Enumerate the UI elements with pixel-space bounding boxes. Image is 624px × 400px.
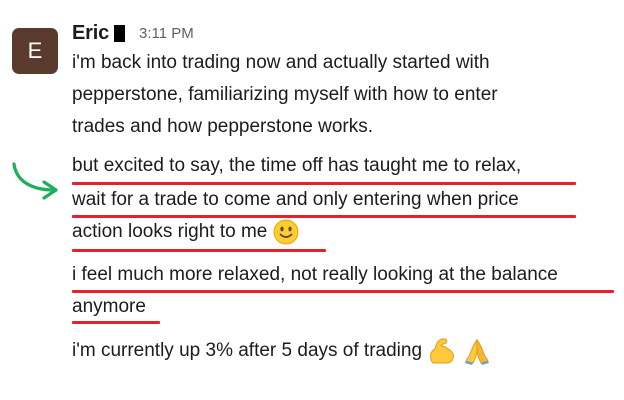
message-text: action looks right to me — [72, 221, 268, 243]
message-line-highlighted: i feel much more relaxed, not really loo… — [72, 264, 558, 285]
message-line-highlighted: wait for a trade to come and only enteri… — [72, 189, 519, 210]
red-underline — [72, 290, 614, 293]
avatar[interactable]: E — [12, 28, 58, 74]
smile-emoji-icon — [273, 219, 299, 245]
message-line: i'm currently up 3% after 5 days of trad… — [72, 337, 491, 365]
red-underline — [72, 249, 326, 252]
folded-hands-icon — [464, 338, 489, 365]
message-line-highlighted: action looks right to me — [72, 219, 299, 245]
message-line-highlighted: but excited to say, the time off has tau… — [72, 155, 522, 176]
message-line: trades and how pepperstone works. — [72, 116, 374, 137]
message-header: Eric 3:11 PM — [72, 20, 194, 46]
avatar-initial: E — [27, 38, 43, 63]
timestamp[interactable]: 3:11 PM — [139, 25, 194, 42]
flexed-biceps-icon — [430, 338, 455, 364]
redaction-block — [114, 24, 126, 42]
red-underline — [72, 321, 160, 324]
sender-name[interactable]: Eric — [72, 22, 109, 45]
message-line: pepperstone, familiarizing myself with h… — [72, 84, 498, 105]
curved-arrow-icon — [12, 162, 58, 200]
message-line: i'm back into trading now and actually s… — [72, 52, 490, 73]
red-underline — [72, 182, 576, 185]
red-underline — [72, 215, 576, 218]
message-line-highlighted: anymore — [72, 296, 146, 317]
message-text: i'm currently up 3% after 5 days of trad… — [72, 340, 423, 362]
